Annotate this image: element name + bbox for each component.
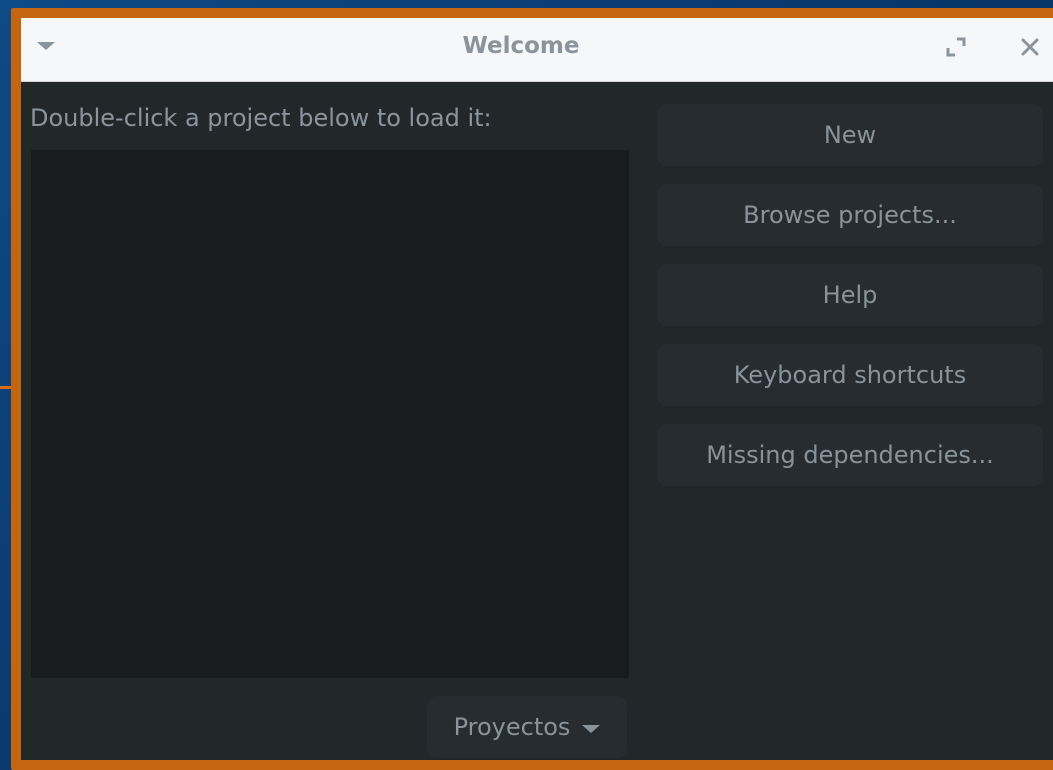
close-icon[interactable] [1017, 34, 1043, 60]
welcome-window: Welcome Double-click a project below to … [11, 8, 1053, 770]
new-button[interactable]: New [657, 104, 1043, 166]
chevron-down-icon [582, 724, 601, 733]
browse-projects-button[interactable]: Browse projects... [657, 184, 1043, 246]
project-list[interactable] [31, 150, 629, 678]
action-buttons: New Browse projects... Help Keyboard sho… [657, 104, 1043, 504]
projects-folder-dropdown[interactable]: Proyectos [427, 696, 627, 758]
maximize-icon[interactable] [943, 34, 969, 60]
titlebar: Welcome [21, 18, 1053, 82]
keyboard-shortcuts-button[interactable]: Keyboard shortcuts [657, 344, 1043, 406]
help-button[interactable]: Help [657, 264, 1043, 326]
window-content: Double-click a project below to load it:… [21, 82, 1053, 760]
missing-dependencies-button[interactable]: Missing dependencies... [657, 424, 1043, 486]
instruction-text: Double-click a project below to load it: [30, 104, 492, 132]
window-title: Welcome [462, 33, 580, 59]
projects-folder-label: Proyectos [453, 713, 571, 741]
